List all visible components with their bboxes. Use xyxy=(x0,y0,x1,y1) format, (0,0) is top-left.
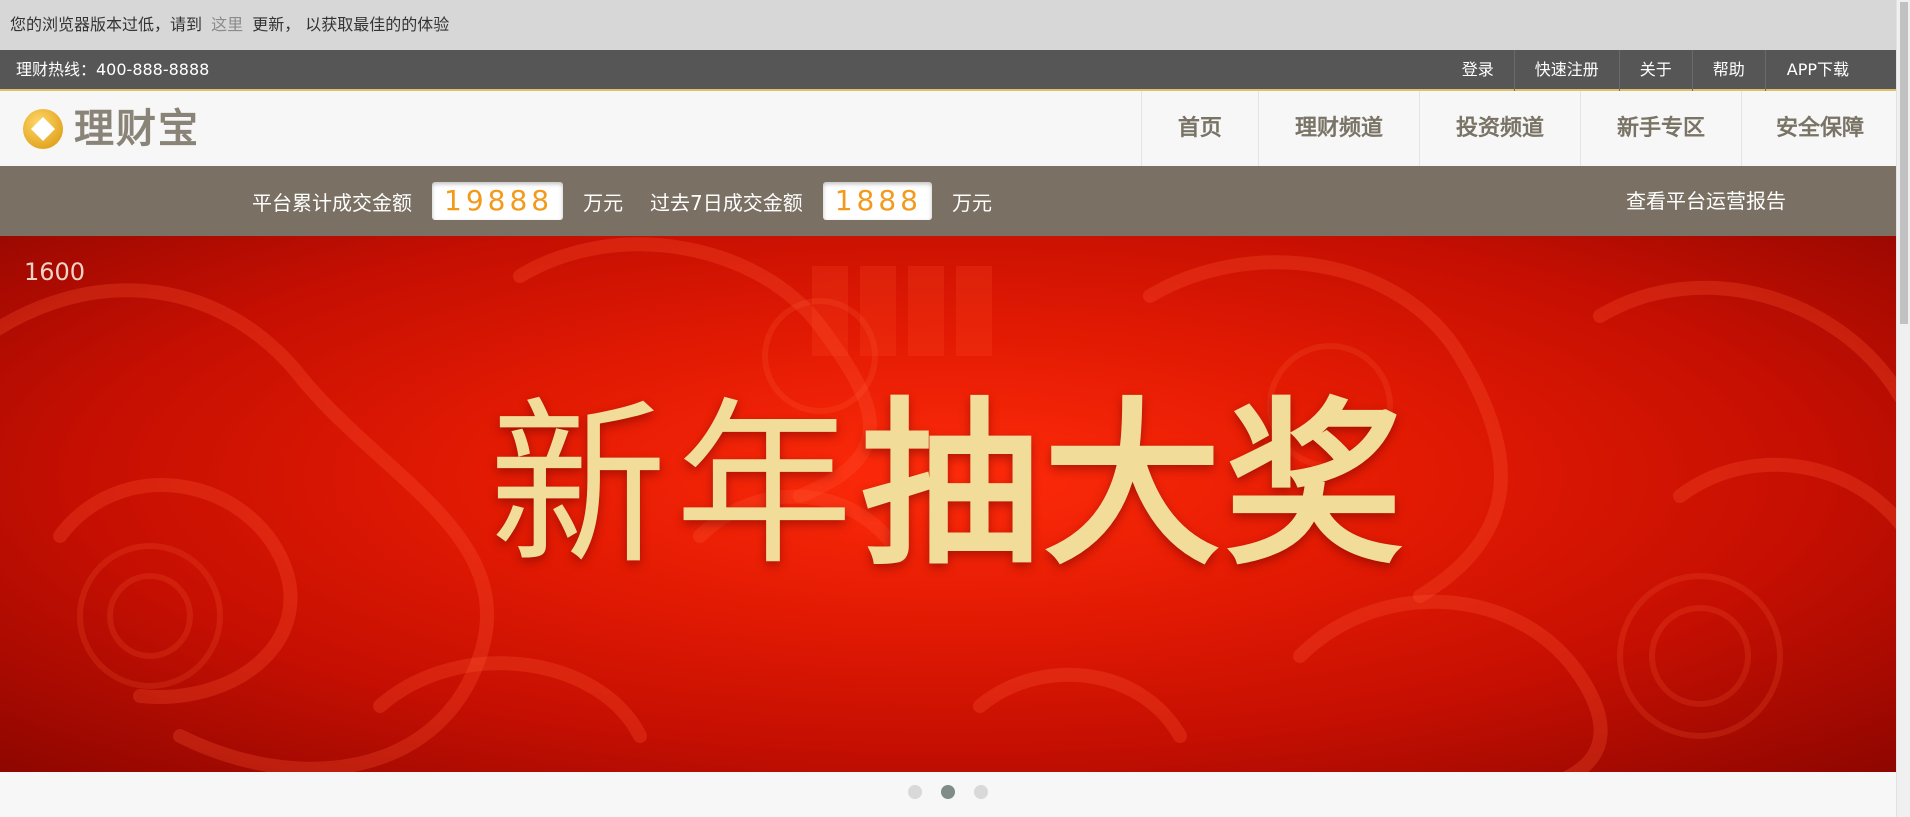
total-volume-group: 平台累计成交金额 19888 万元 xyxy=(252,166,623,236)
nav-wealth-channel[interactable]: 理财频道 xyxy=(1257,91,1419,166)
help-link[interactable]: 帮助 xyxy=(1691,50,1765,91)
notice-update-link[interactable]: 这里 xyxy=(211,15,243,34)
week-volume-value: 1888 xyxy=(822,182,932,220)
slide-counter: 1600 xyxy=(24,258,86,286)
banner-headline: 新年抽大奖 xyxy=(0,386,1896,586)
headline-new-year: 新年 xyxy=(489,382,861,589)
nav-home[interactable]: 首页 xyxy=(1140,91,1258,166)
carousel-dot-2[interactable] xyxy=(941,785,955,799)
scrollbar-thumb[interactable] xyxy=(1900,2,1908,324)
nav-security[interactable]: 安全保障 xyxy=(1740,91,1896,166)
logo-text: 理财宝 xyxy=(74,106,200,152)
operation-report-link[interactable]: 查看平台运营报告 xyxy=(1626,166,1786,236)
browser-notice: 您的浏览器版本过低，请到 这里 更新， 以获取最佳的的体验 xyxy=(0,0,1896,50)
quick-register-link[interactable]: 快速注册 xyxy=(1513,50,1619,91)
carousel-dot-1[interactable] xyxy=(908,785,922,799)
utility-links: 登录 快速注册 关于 帮助 APP下载 xyxy=(1442,50,1896,91)
site-logo[interactable]: 理财宝 xyxy=(22,106,200,152)
total-volume-value: 19888 xyxy=(432,182,564,220)
nav-newbie-zone[interactable]: 新手专区 xyxy=(1579,91,1741,166)
notice-text-after: 更新， 以获取最佳的的体验 xyxy=(252,15,450,34)
total-volume-label: 平台累计成交金额 xyxy=(252,190,412,215)
notice-text-before: 您的浏览器版本过低，请到 xyxy=(10,15,203,34)
top-utility-bar: 理财热线：400-888-8888 登录 快速注册 关于 帮助 APP下载 xyxy=(0,50,1896,91)
week-volume-group: 过去7日成交金额 1888 万元 xyxy=(650,166,992,236)
total-volume-unit: 万元 xyxy=(583,190,624,215)
stats-bar: 平台累计成交金额 19888 万元 过去7日成交金额 1888 万元 查看平台运… xyxy=(0,166,1896,236)
app-download-link[interactable]: APP下载 xyxy=(1764,50,1896,91)
hotline-text: 理财热线：400-888-8888 xyxy=(16,60,210,79)
site-header: 理财宝 首页 理财频道 投资频道 新手专区 安全保障 xyxy=(0,91,1896,166)
headline-lottery: 抽大奖 xyxy=(861,382,1407,589)
main-nav: 首页 理财频道 投资频道 新手专区 安全保障 xyxy=(1140,91,1896,166)
carousel-dots xyxy=(0,785,1896,799)
logo-diamond-icon xyxy=(22,108,64,150)
about-link[interactable]: 关于 xyxy=(1618,50,1692,91)
nav-invest-channel[interactable]: 投资频道 xyxy=(1418,91,1580,166)
carousel-dot-3[interactable] xyxy=(974,785,988,799)
week-volume-label: 过去7日成交金额 xyxy=(650,190,803,215)
login-link[interactable]: 登录 xyxy=(1442,50,1514,91)
vertical-scrollbar[interactable] xyxy=(1896,0,1910,817)
promo-banner[interactable]: 1600 新年抽大奖 xyxy=(0,236,1896,772)
week-volume-unit: 万元 xyxy=(952,190,992,215)
